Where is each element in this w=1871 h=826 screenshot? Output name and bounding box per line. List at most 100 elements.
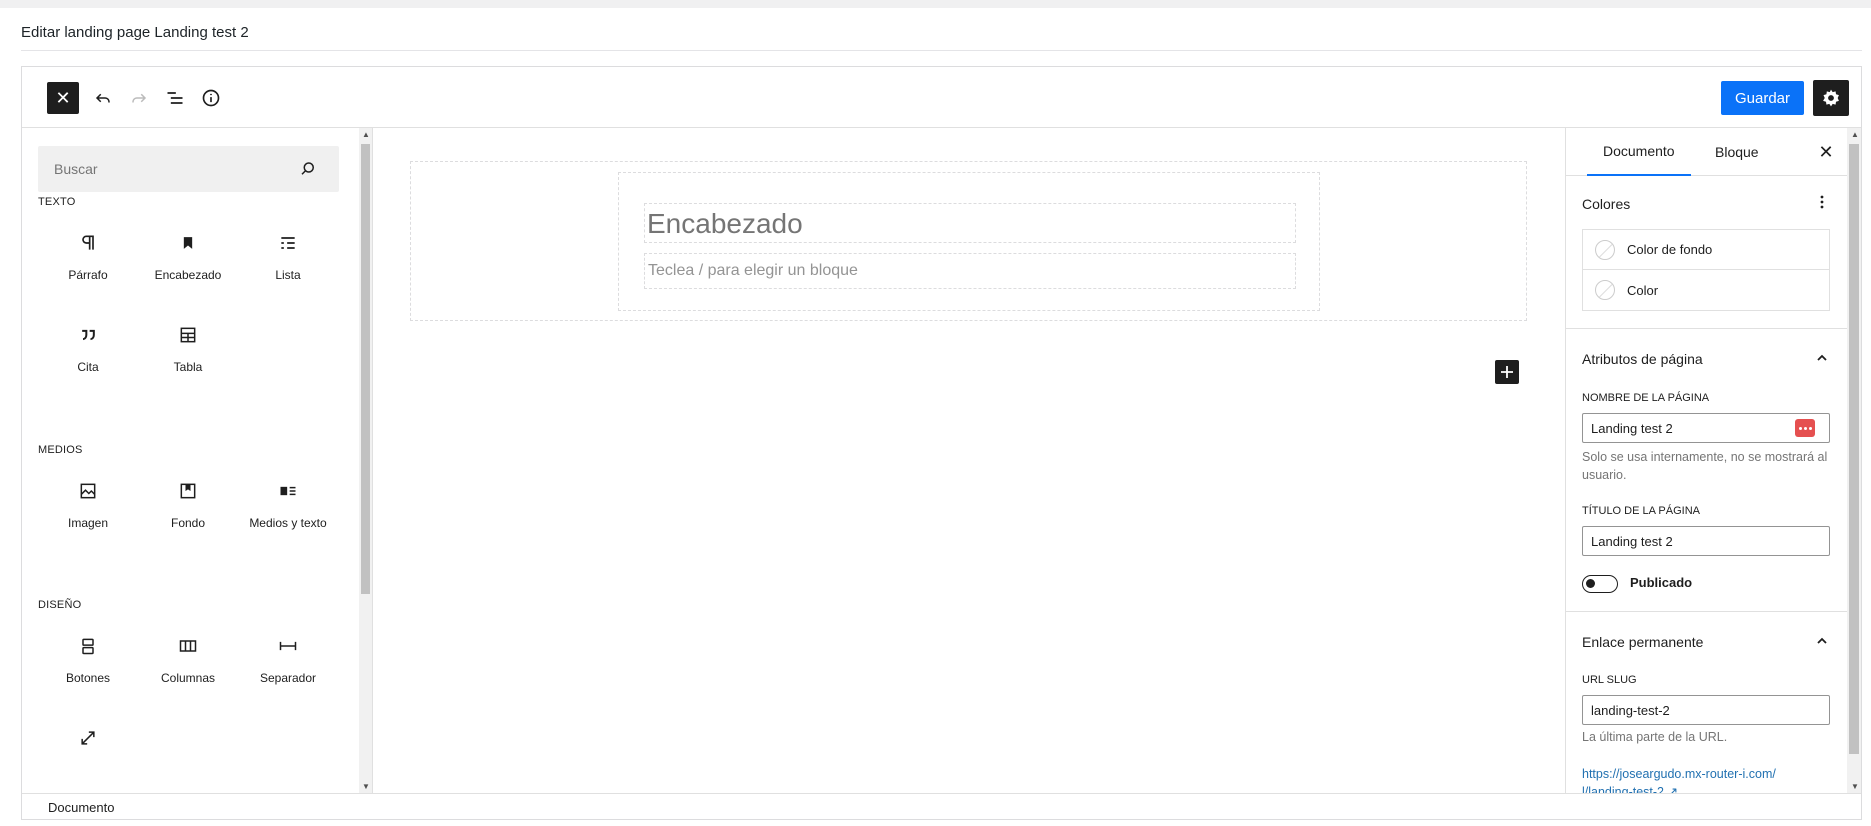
- settings-scrollbar[interactable]: ▲ ▼: [1847, 128, 1861, 793]
- gear-icon: [1823, 89, 1839, 107]
- close-inserter-button[interactable]: ✕: [47, 82, 79, 114]
- heading-block[interactable]: Encabezado: [644, 203, 1296, 243]
- page-attributes-title[interactable]: Atributos de página: [1582, 351, 1703, 367]
- block-editor: ✕ Guardar TEXTO Párrafo: [21, 66, 1862, 820]
- panel-divider: [1566, 328, 1847, 329]
- background-color-option[interactable]: Color de fondo: [1583, 230, 1829, 270]
- spacer-icon: [276, 634, 300, 658]
- close-icon: ✕: [1818, 141, 1834, 162]
- block-spacer[interactable]: Separador: [238, 621, 338, 701]
- block-media-text[interactable]: Medios y texto: [238, 466, 338, 546]
- page-name-input[interactable]: [1582, 413, 1830, 443]
- group-block-outer[interactable]: Encabezado Teclea / para elegir un bloqu…: [410, 161, 1527, 321]
- block-image[interactable]: Imagen: [38, 466, 138, 546]
- block-label: Cita: [77, 360, 99, 374]
- page-name-help: Solo se usa internamente, no se mostrará…: [1582, 450, 1828, 482]
- redo-button[interactable]: [123, 82, 155, 114]
- columns-icon: [176, 634, 200, 658]
- close-sidebar-button[interactable]: ✕: [1816, 142, 1836, 162]
- block-label: Imagen: [67, 516, 109, 530]
- permalink-url[interactable]: https://joseargudo.mx-router-i.com/l/lan…: [1582, 765, 1782, 793]
- block-label: Fondo: [170, 516, 206, 530]
- color-swatch: [1595, 239, 1615, 260]
- search-input[interactable]: [38, 146, 339, 192]
- admin-top-strip: [0, 0, 1871, 8]
- scrollbar-thumb[interactable]: [1849, 144, 1859, 754]
- details-button[interactable]: [195, 82, 227, 114]
- group-block-inner[interactable]: Encabezado Teclea / para elegir un bloqu…: [618, 172, 1320, 311]
- text-color-label: Color: [1627, 282, 1659, 298]
- tab-document[interactable]: Documento: [1587, 128, 1691, 176]
- url-slug-input[interactable]: [1582, 695, 1830, 725]
- published-label: Publicado: [1630, 575, 1693, 590]
- redo-icon: [132, 93, 147, 103]
- tab-block[interactable]: Bloque: [1703, 128, 1771, 176]
- scroll-up-icon[interactable]: ▲: [362, 130, 370, 139]
- scroll-down-icon[interactable]: ▼: [362, 782, 370, 791]
- page-title-input[interactable]: [1582, 526, 1830, 556]
- save-button[interactable]: Guardar: [1720, 81, 1804, 115]
- buttons-icon: [76, 634, 100, 658]
- paragraph-block[interactable]: Teclea / para elegir un bloque: [644, 253, 1296, 289]
- chevron-up-icon: [1817, 354, 1827, 361]
- search-icon: [301, 162, 314, 175]
- block-heading[interactable]: Encabezado: [138, 218, 238, 298]
- bookmark-icon: [176, 231, 200, 255]
- quote-icon: [76, 323, 100, 347]
- expand-icon: [76, 726, 100, 750]
- block-label: Tabla: [173, 360, 203, 374]
- background-color-label: Color de fondo: [1627, 242, 1713, 257]
- block-buttons[interactable]: Botones: [38, 621, 138, 701]
- color-settings-box: Color de fondo Color: [1582, 229, 1830, 311]
- page-attributes-toggle[interactable]: [1814, 350, 1830, 366]
- inserter-scrollbar[interactable]: ▲ ▼: [359, 128, 372, 793]
- page-name-label: NOMBRE DE LA PÁGINA: [1582, 392, 1710, 404]
- table-icon: [176, 323, 200, 347]
- colors-panel-title: Colores: [1582, 196, 1631, 212]
- block-list[interactable]: Lista: [238, 218, 338, 298]
- image-icon: [76, 479, 100, 503]
- chevron-up-icon: [1817, 637, 1827, 644]
- list-icon: [276, 231, 300, 255]
- text-color-option[interactable]: Color: [1583, 270, 1829, 310]
- editor-footer: Documento: [22, 793, 1861, 819]
- color-swatch: [1595, 280, 1615, 300]
- block-label: Botones: [65, 671, 111, 685]
- add-block-button[interactable]: [1495, 360, 1519, 384]
- permalink-toggle[interactable]: [1814, 633, 1830, 649]
- breadcrumb-document[interactable]: Documento: [48, 800, 114, 815]
- search-box: [38, 146, 339, 192]
- block-label: Lista: [275, 268, 301, 282]
- list-view-button[interactable]: [159, 82, 191, 114]
- block-label: Párrafo: [68, 268, 108, 282]
- block-label: Columnas: [160, 671, 216, 685]
- external-link-icon: ↗: [1667, 785, 1678, 793]
- block-paragraph[interactable]: Párrafo: [38, 218, 138, 298]
- block-cover[interactable]: Fondo: [138, 466, 238, 546]
- url-slug-label: URL SLUG: [1582, 674, 1637, 686]
- block-inserter-panel: TEXTO Párrafo Encabezado Lista Cita Tabl…: [22, 128, 373, 793]
- category-label-design: DISEÑO: [38, 599, 82, 611]
- page-title-label: TÍTULO DE LA PÁGINA: [1582, 505, 1700, 517]
- permalink-title[interactable]: Enlace permanente: [1582, 634, 1703, 650]
- published-toggle[interactable]: [1582, 575, 1618, 593]
- block-columns[interactable]: Columnas: [138, 621, 238, 701]
- close-icon: ✕: [55, 87, 71, 108]
- block-resize[interactable]: [38, 713, 138, 793]
- colors-options-button[interactable]: [1814, 194, 1830, 210]
- scroll-up-icon[interactable]: ▲: [1851, 130, 1859, 139]
- block-label: Medios y texto: [249, 516, 327, 530]
- editor-toolbar: ✕ Guardar: [22, 67, 1861, 128]
- cover-icon: [176, 479, 200, 503]
- list-view-icon: [167, 92, 183, 104]
- scroll-down-icon[interactable]: ▼: [1851, 782, 1859, 791]
- block-label: Separador: [259, 671, 317, 685]
- panel-divider: [1566, 611, 1847, 612]
- scrollbar-thumb[interactable]: [361, 144, 370, 594]
- undo-button[interactable]: [87, 82, 119, 114]
- block-table[interactable]: Tabla: [138, 310, 238, 390]
- block-quote[interactable]: Cita: [38, 310, 138, 390]
- password-manager-icon[interactable]: [1795, 419, 1815, 437]
- settings-button[interactable]: [1813, 80, 1849, 116]
- paragraph-icon: [76, 231, 100, 255]
